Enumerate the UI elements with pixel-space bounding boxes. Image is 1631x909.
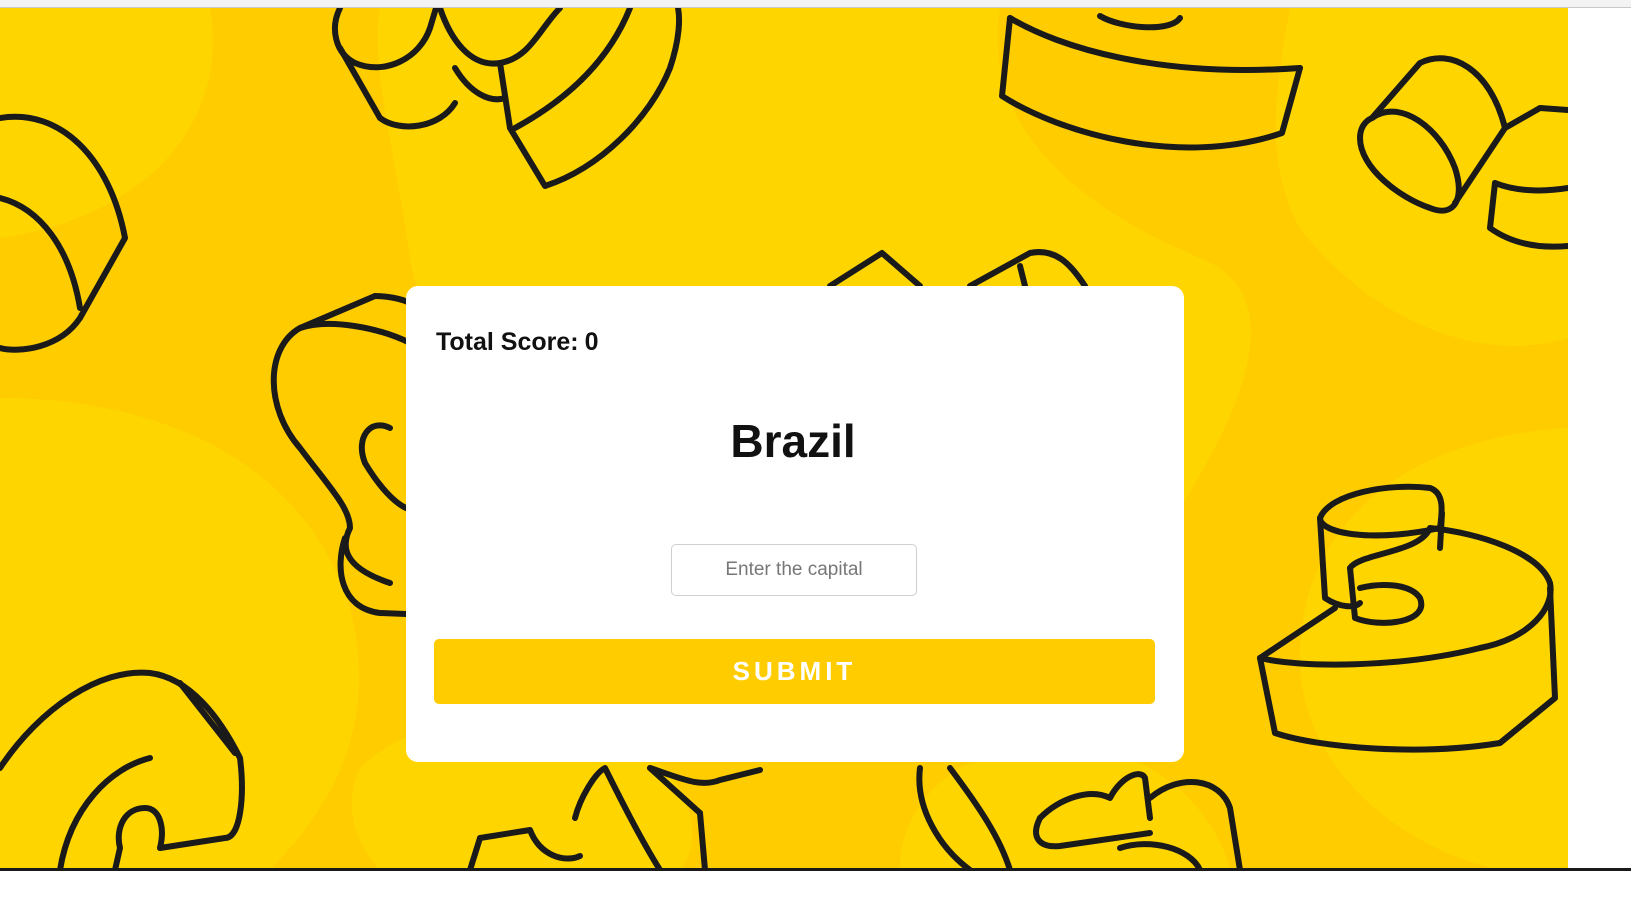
doodle-background: Total Score:0 Brazil SUBMIT [0,8,1568,870]
submit-button[interactable]: SUBMIT [434,639,1155,704]
total-score-label: Total Score: [436,328,579,356]
country-name: Brazil [730,415,856,467]
bottom-edge [0,868,1631,909]
total-score: Total Score: 0 [436,328,599,357]
top-edge [0,0,1631,8]
capital-input[interactable] [671,544,917,596]
right-gutter [1568,8,1631,870]
total-score-value: 0 [584,328,599,356]
browser-viewport: Total Score:0 Brazil SUBMIT [0,0,1631,909]
quiz-card: Total Score:0 Brazil SUBMIT [406,286,1184,762]
